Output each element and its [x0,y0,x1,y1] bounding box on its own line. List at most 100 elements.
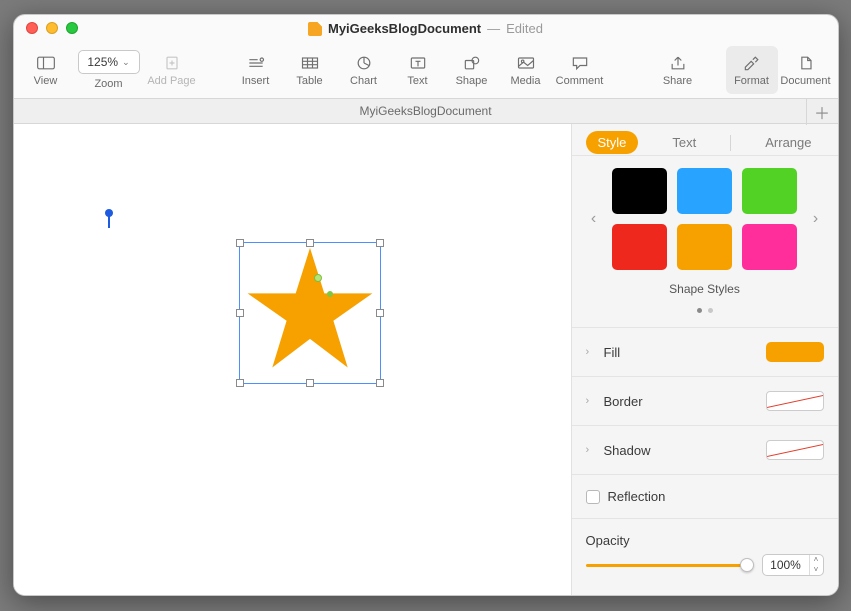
text-label: Text [407,75,427,87]
view-label: View [34,75,58,87]
chart-label: Chart [350,75,377,87]
view-button[interactable]: View [20,46,72,94]
chart-button[interactable]: Chart [338,46,390,94]
inspector-tabs: Style Text Arrange [572,124,838,156]
inspector-body: ‹ › Shape Styles [572,156,838,595]
document-canvas[interactable] [14,124,571,595]
pager-dot-2[interactable] [708,308,713,313]
comment-button[interactable]: Comment [554,46,606,94]
opacity-value-field[interactable]: 100% ˄ ˅ [762,554,824,576]
fill-color-chip[interactable] [766,342,824,362]
table-label: Table [296,75,322,87]
separator [572,474,838,475]
shape-label: Shape [456,75,488,87]
reflection-label: Reflection [608,489,666,504]
style-swatch-black[interactable] [612,168,667,214]
document-icon [794,54,818,72]
media-button[interactable]: Media [500,46,552,94]
document-title: MyiGeeksBlogDocument [328,21,481,36]
title-center: MyiGeeksBlogDocument — Edited [26,21,826,36]
resize-handle-tm[interactable] [306,239,314,247]
border-label: Border [604,394,643,409]
document-status: Edited [506,21,543,36]
border-row[interactable]: › Border [586,391,824,411]
shape-style-swatch-row: ‹ › [586,168,824,270]
text-button[interactable]: Text [392,46,444,94]
reflection-checkbox[interactable] [586,490,600,504]
chevron-right-icon: › [586,395,596,407]
document-tab-strip: MyiGeeksBlogDocument ＋ [14,98,838,124]
format-inspector: Style Text Arrange ‹ [571,124,838,595]
opacity-value: 100% [763,558,809,572]
slider-thumb[interactable] [740,558,754,572]
maximize-window-button[interactable] [66,22,78,34]
add-page-button[interactable]: Add Page [146,46,198,94]
inspector-tab-arrange[interactable]: Arrange [753,131,823,154]
document-file-icon [308,22,322,36]
add-page-icon [160,54,184,72]
shape-styles-label: Shape Styles [586,282,824,296]
format-button[interactable]: Format [726,46,778,94]
stepper-up-button[interactable]: ˄ [810,555,823,565]
insert-icon [244,54,268,72]
document-tab-title[interactable]: MyiGeeksBlogDocument [359,104,491,118]
document-label: Document [780,75,830,87]
style-swatch-red[interactable] [612,224,667,270]
opacity-stepper: ˄ ˅ [809,555,823,575]
opacity-label: Opacity [586,533,824,548]
share-label: Share [663,75,692,87]
media-label: Media [511,75,541,87]
swatch-next-button[interactable]: › [808,210,824,228]
separator [572,518,838,519]
table-icon [298,54,322,72]
share-button[interactable]: Share [652,46,704,94]
stepper-down-button[interactable]: ˅ [810,565,823,575]
resize-handle-tr[interactable] [376,239,384,247]
style-swatch-green[interactable] [742,168,797,214]
tab-divider [730,135,731,151]
resize-handle-br[interactable] [376,379,384,387]
opacity-slider[interactable] [586,557,752,573]
separator [572,327,838,328]
inspector-tab-style[interactable]: Style [586,131,639,154]
shape-button[interactable]: Shape [446,46,498,94]
app-window: MyiGeeksBlogDocument — Edited View 125% … [13,14,839,596]
resize-handle-bl[interactable] [236,379,244,387]
style-swatch-orange[interactable] [677,224,732,270]
resize-handle-ml[interactable] [236,309,244,317]
share-icon [666,54,690,72]
comment-icon [568,54,592,72]
chevron-right-icon: › [586,444,596,456]
swatch-prev-button[interactable]: ‹ [586,210,602,228]
close-window-button[interactable] [26,22,38,34]
resize-handle-bm[interactable] [306,379,314,387]
toolbar: View 125% ⌄ Zoom Add Page Insert Table C… [14,42,838,98]
insert-button[interactable]: Insert [230,46,282,94]
zoom-value: 125% [87,55,118,69]
resize-handle-mr[interactable] [376,309,384,317]
style-swatch-pink[interactable] [742,224,797,270]
text-icon [406,54,430,72]
add-tab-button[interactable]: ＋ [806,99,838,125]
border-none-chip[interactable] [766,391,824,411]
minimize-window-button[interactable] [46,22,58,34]
chart-icon [352,54,376,72]
document-button[interactable]: Document [780,46,832,94]
traffic-lights [26,22,78,34]
style-swatch-blue[interactable] [677,168,732,214]
separator [572,376,838,377]
zoom-label: Zoom [94,78,122,90]
pager-dot-1[interactable] [697,308,702,313]
shadow-none-chip[interactable] [766,440,824,460]
zoom-control[interactable]: 125% ⌄ Zoom [74,50,144,90]
table-button[interactable]: Table [284,46,336,94]
fill-row[interactable]: › Fill [586,342,824,362]
document-sep: — [487,21,500,36]
shadow-row[interactable]: › Shadow [586,440,824,460]
opacity-control: Opacity 100% ˄ ˅ [586,533,824,576]
format-label: Format [734,75,769,87]
inspector-tab-text[interactable]: Text [660,131,708,154]
chevron-right-icon: › [586,346,596,358]
selection-bounds [239,242,381,384]
resize-handle-tl[interactable] [236,239,244,247]
